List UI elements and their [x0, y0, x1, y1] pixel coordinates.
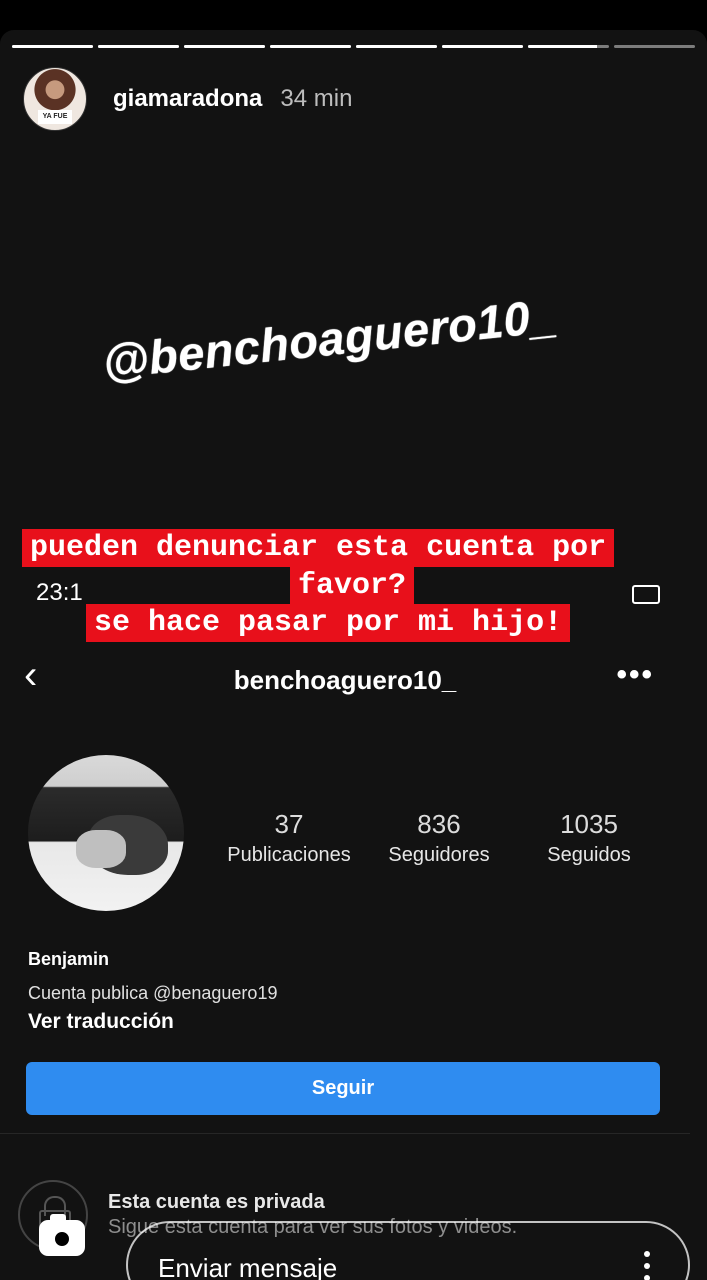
stat-followers: 836 Seguidores	[388, 809, 490, 866]
battery-icon	[632, 585, 660, 604]
progress-segment	[528, 45, 609, 48]
progress-segment	[442, 45, 523, 48]
progress-segment	[184, 45, 265, 48]
send-message-placeholder: Enviar mensaje	[158, 1253, 338, 1280]
vertical-dots-icon[interactable]	[644, 1251, 650, 1280]
story-viewer: YA FUE giamaradona 34 min @benchoaguero1…	[0, 30, 707, 1280]
progress-segment	[98, 45, 179, 48]
follow-button: Seguir	[26, 1062, 660, 1115]
story-footer: Enviar mensaje	[0, 1160, 707, 1280]
see-translation-link: Ver traducción	[28, 1010, 174, 1033]
user-avatar[interactable]: YA FUE	[23, 67, 87, 131]
sticker-line-1: pueden denunciar esta cuenta por	[22, 529, 615, 567]
profile-username: benchoaguero10_	[233, 665, 457, 695]
camera-icon[interactable]	[20, 1196, 104, 1280]
story-username[interactable]: giamaradona	[113, 85, 262, 113]
mention-sticker[interactable]: @benchoaguero10_	[100, 287, 559, 389]
profile-stats: 37 Publicaciones 836 Seguidores 1035 Seg…	[214, 809, 664, 867]
progress-segment	[12, 45, 93, 48]
progress-segment	[270, 45, 351, 48]
stat-posts: 37 Publicaciones	[227, 809, 351, 866]
story-header: YA FUE giamaradona 34 min	[23, 67, 352, 131]
stat-following: 1035 Seguidos	[547, 809, 631, 866]
profile-picture	[28, 755, 184, 911]
bio-text: Cuenta publica @benaguero19	[28, 983, 278, 1003]
bio-name: Benjamin	[28, 949, 110, 969]
story-time: 34 min	[280, 85, 353, 112]
story-progress	[12, 45, 695, 49]
sticker-line-3: se hace pasar por mi hijo!	[86, 604, 571, 642]
sticker-line-2: favor?	[290, 567, 415, 605]
progress-segment	[614, 45, 695, 48]
progress-segment	[356, 45, 437, 48]
send-message-input[interactable]: Enviar mensaje	[126, 1221, 690, 1280]
status-time: 23:1	[36, 579, 83, 606]
divider	[0, 1133, 690, 1134]
more-options-icon: •••	[616, 658, 654, 691]
